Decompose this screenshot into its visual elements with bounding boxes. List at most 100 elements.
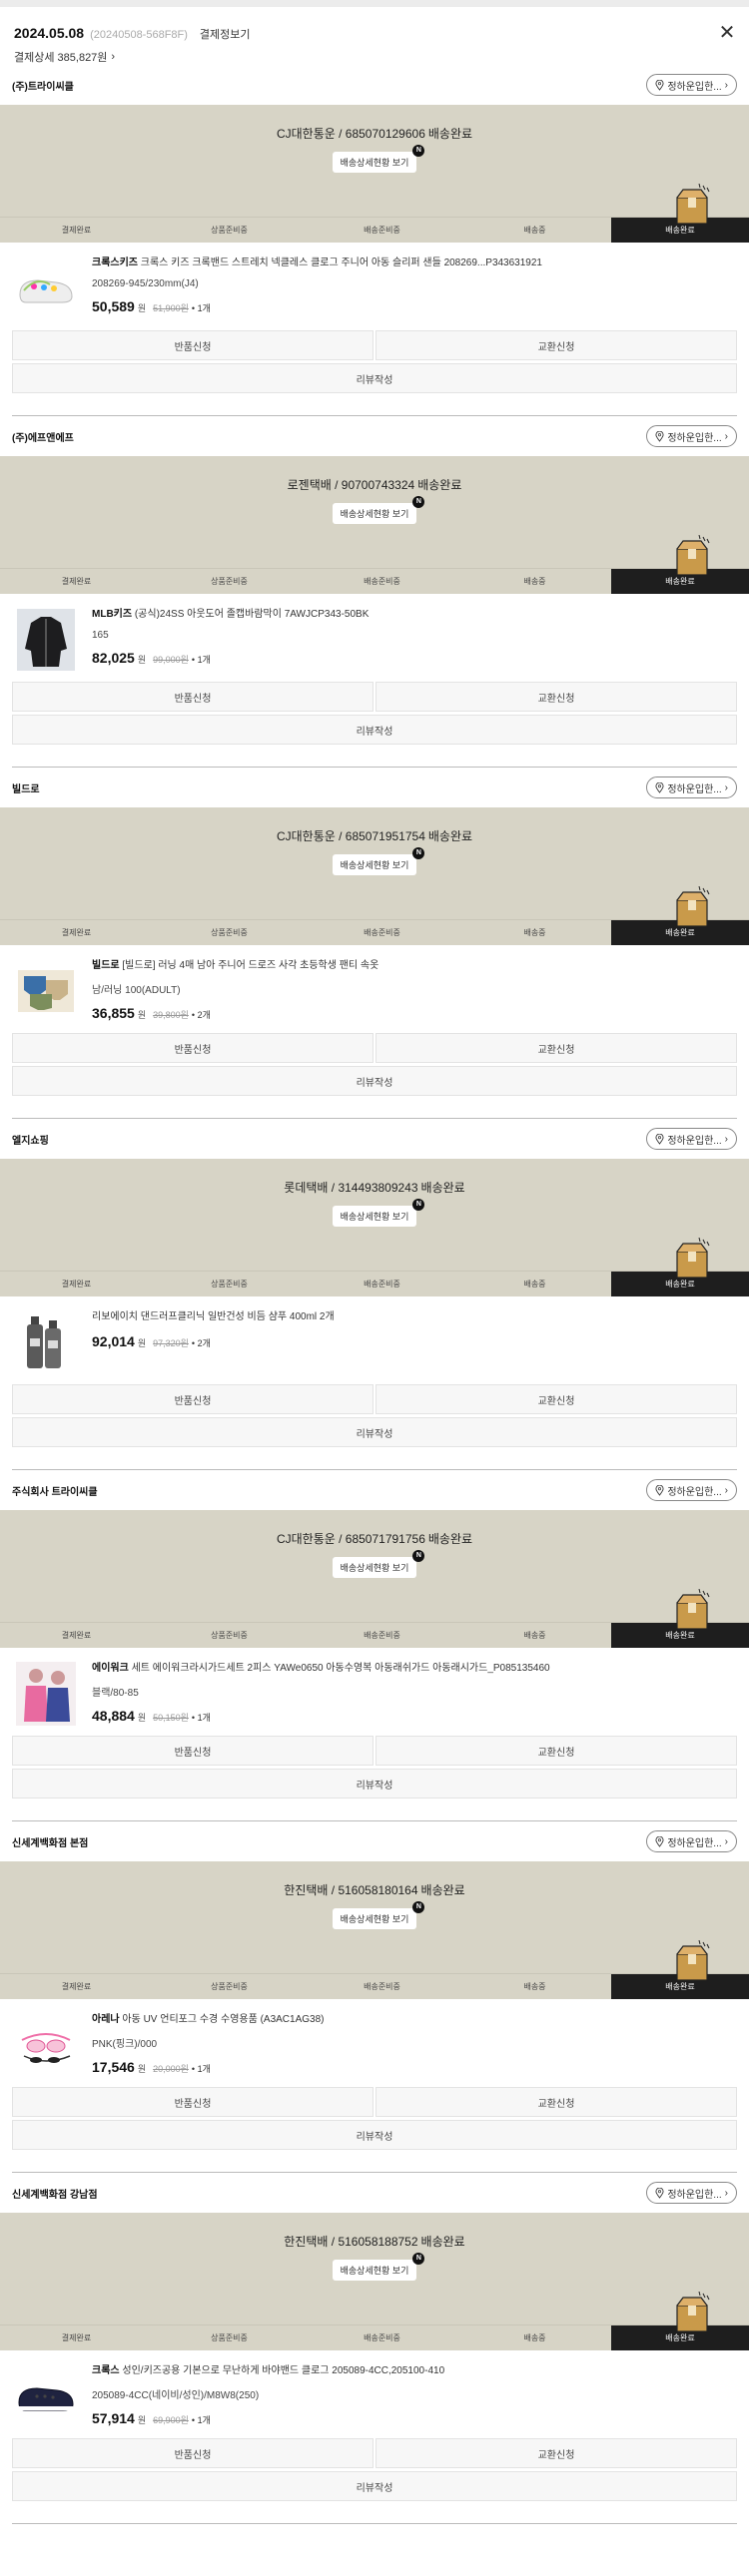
receipt-link[interactable]: 결제정보기: [200, 26, 251, 42]
view-delivery-detail-button[interactable]: 배송상세현황 보기 N: [332, 496, 425, 524]
price-row: 17,546 원 20,000원 • 1개: [92, 2059, 737, 2075]
order-item[interactable]: 빌드로 [빌드로] 러닝 4매 남아 주니어 드로즈 사각 초등학생 팬티 속옷…: [0, 945, 749, 1033]
exchange-request-button[interactable]: 교환신청: [375, 2438, 737, 2468]
top-bar: [0, 0, 749, 7]
quantity: • 1개: [191, 303, 211, 313]
seller-name: 엘지쇼핑: [12, 1135, 49, 1147]
new-badge: N: [412, 1550, 425, 1562]
order-item[interactable]: 크록스키즈 크록스 키즈 크록밴드 스트레치 넥클레스 클로그 주니어 아동 슬…: [0, 243, 749, 330]
return-request-button[interactable]: 반품신청: [12, 1736, 374, 1766]
delivery-step: 배송중: [523, 928, 546, 937]
return-request-button[interactable]: 반품신청: [12, 2438, 374, 2468]
refund-account-button[interactable]: 정하운입한... ›: [646, 425, 737, 447]
return-request-button[interactable]: 반품신청: [12, 1384, 374, 1414]
product-thumbnail[interactable]: [12, 959, 80, 1023]
order-item[interactable]: 크록스 성인/키즈공용 기본으로 무난하게 바야밴드 클로그 205089-4C…: [0, 2350, 749, 2438]
exchange-request-button[interactable]: 교환신청: [375, 1736, 737, 1766]
view-delivery-detail-button[interactable]: 배송상세현황 보기 N: [332, 1550, 425, 1578]
order-item[interactable]: 리보에이치 댄드러프클리닉 일반건성 비듬 샴푸 400ml 2개 92,014…: [0, 1296, 749, 1384]
location-pin-icon: [655, 79, 664, 91]
product-option: 블랙/80-85: [92, 1688, 139, 1699]
product-brand: 에이워크: [92, 1663, 129, 1674]
refund-account-button[interactable]: 정하운입한... ›: [646, 74, 737, 96]
currency-label: 원: [137, 2415, 147, 2425]
chevron-right-icon: ›: [724, 1133, 728, 1145]
order-header: 2024.05.08 (20240508-568F8F) 결제정보기 결제상세 …: [0, 7, 749, 65]
delivery-step: 배송완료: [611, 1238, 749, 1296]
order-actions: 반품신청 교환신청 리뷰작성: [0, 1736, 749, 1799]
payment-detail-link[interactable]: 결제상세 385,827원 ›: [14, 49, 735, 65]
delivery-status: 배송완료: [427, 1532, 473, 1546]
write-review-button[interactable]: 리뷰작성: [12, 2120, 737, 2150]
write-review-button[interactable]: 리뷰작성: [12, 2471, 737, 2501]
exchange-request-button[interactable]: 교환신청: [375, 682, 737, 712]
order-section: (주)에프앤에프 정하운입한... › 로젠택배 / 90700743324 배송…: [0, 416, 749, 768]
delivery-banner: CJ대한통운 / 685071951754 배송완료 배송상세현황 보기 N: [0, 807, 749, 919]
exchange-request-button[interactable]: 교환신청: [375, 2087, 737, 2117]
seller-name: 빌드로: [12, 783, 40, 795]
delivery-step: 배송준비중: [364, 1280, 400, 1288]
tracking-line: 한진택배 / 516058180164 배송완료: [0, 1861, 749, 1898]
refund-account-button[interactable]: 정하운입한... ›: [646, 776, 737, 798]
refund-account-button[interactable]: 정하운입한... ›: [646, 2182, 737, 2204]
refund-account-button[interactable]: 정하운입한... ›: [646, 1128, 737, 1150]
order-section: (주)트라이씨클 정하운입한... › CJ대한통운 / 68507012960…: [0, 65, 749, 416]
exchange-request-button[interactable]: 교환신청: [375, 330, 737, 360]
write-review-button[interactable]: 리뷰작성: [12, 363, 737, 393]
write-review-button[interactable]: 리뷰작성: [12, 1769, 737, 1799]
delivery-step: 배송준비중: [364, 2333, 400, 2342]
write-review-button[interactable]: 리뷰작성: [12, 1417, 737, 1447]
product-thumbnail[interactable]: [12, 608, 80, 672]
delivery-step: 결제완료: [61, 1280, 92, 1288]
sale-price: 36,855: [92, 1005, 135, 1021]
write-review-button[interactable]: 리뷰작성: [12, 715, 737, 745]
delivery-step: 상품준비중: [211, 1280, 248, 1288]
order-actions: 반품신청 교환신청 리뷰작성: [0, 1384, 749, 1447]
tracking-line: CJ대한통운 / 685071791756 배송완료: [0, 1510, 749, 1547]
price-row: 48,884 원 50,150원 • 1개: [92, 1708, 737, 1724]
delivery-step: 배송중: [523, 226, 546, 235]
return-request-button[interactable]: 반품신청: [12, 682, 374, 712]
view-delivery-detail-button[interactable]: 배송상세현황 보기 N: [332, 145, 425, 173]
delivery-status: 배송완료: [427, 829, 473, 843]
product-brand: 크록스: [92, 2365, 120, 2376]
view-delivery-detail-button[interactable]: 배송상세현황 보기 N: [332, 1901, 425, 1929]
write-review-button[interactable]: 리뷰작성: [12, 1066, 737, 1096]
product-thumbnail[interactable]: [12, 2364, 80, 2428]
product-thumbnail[interactable]: [12, 1662, 80, 1726]
view-delivery-detail-button[interactable]: 배송상세현황 보기 N: [332, 847, 425, 875]
product-thumbnail[interactable]: [12, 2013, 80, 2077]
box-icon: [676, 2292, 710, 2331]
delivery-status: 배송완료: [427, 127, 473, 141]
refund-account-button[interactable]: 정하운입한... ›: [646, 1479, 737, 1501]
product-thumbnail[interactable]: [12, 1310, 80, 1374]
delivery-step-bar: 결제완료 상품준비중 배송준비중 배송중 배송완료: [0, 2292, 749, 2350]
delivery-step: 배송중: [523, 577, 546, 586]
delivery-status: 배송완료: [420, 1181, 465, 1195]
return-request-button[interactable]: 반품신청: [12, 2087, 374, 2117]
product-thumbnail[interactable]: [12, 257, 80, 320]
original-price: 20,000원: [153, 2064, 189, 2074]
sale-price: 92,014: [92, 1333, 135, 1349]
delivery-step: 배송완료: [611, 1589, 749, 1648]
view-delivery-detail-button[interactable]: 배송상세현황 보기 N: [332, 1199, 425, 1227]
product-info: 에이워크 세트 에이워크라시가드세트 2피스 YAWe0650 아동수영복 아동…: [92, 1662, 737, 1736]
view-delivery-detail-button[interactable]: 배송상세현황 보기 N: [332, 2253, 425, 2281]
chevron-right-icon: ›: [724, 1484, 728, 1496]
refund-account-button[interactable]: 정하운입한... ›: [646, 1830, 737, 1852]
order-item[interactable]: MLB키즈 (공식)24SS 아웃도어 졸캡바람막이 7AWJCP343-50B…: [0, 594, 749, 682]
delivery-banner: 로젠택배 / 90700743324 배송완료 배송상세현황 보기 N: [0, 456, 749, 568]
delivery-step: 상품준비중: [211, 1631, 248, 1640]
delivery-step: 배송완료: [611, 2292, 749, 2350]
box-icon: [676, 1238, 710, 1278]
delivery-step: 배송중: [523, 2333, 546, 2342]
return-request-button[interactable]: 반품신청: [12, 330, 374, 360]
order-item[interactable]: 에이워크 세트 에이워크라시가드세트 2피스 YAWe0650 아동수영복 아동…: [0, 1648, 749, 1736]
tracking-number: 로젠택배 / 90700743324: [287, 478, 415, 492]
return-request-button[interactable]: 반품신청: [12, 1033, 374, 1063]
exchange-request-button[interactable]: 교환신청: [375, 1384, 737, 1414]
exchange-request-button[interactable]: 교환신청: [375, 1033, 737, 1063]
close-icon[interactable]: ✕: [717, 23, 737, 43]
seller-row: (주)트라이씨클 정하운입한... ›: [0, 65, 749, 105]
order-item[interactable]: 아레나 아동 UV 언티포그 수경 수영용품 (A3AC1AG38) PNK(핑…: [0, 1999, 749, 2087]
